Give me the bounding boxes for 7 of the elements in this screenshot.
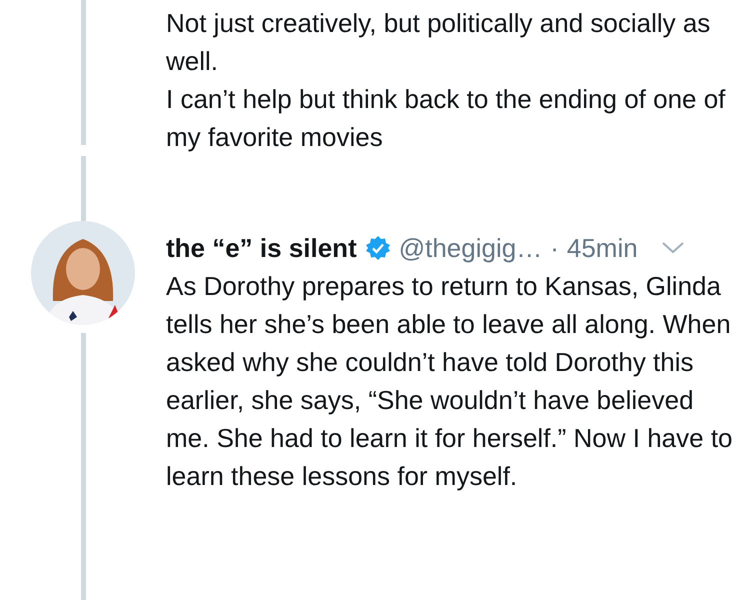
tweet-text: Not just creatively, but politically and socially as well. <box>166 7 712 78</box>
tweet-text: As Dorothy prepares to return to Kansas, Glinda tells her she’s been able to leave all along. When asked why she couldn’t have told Dorothy this earlier, she says, “She wouldn’t have believed me. She had to learn it for herself.” Now I have to learn these lessons for myself. <box>166 270 734 493</box>
tweet-text: I can’t help but think back to the ending of one of my favorite movies <box>166 83 726 154</box>
separator: · <box>550 232 559 265</box>
timestamp[interactable]: 45min <box>566 229 638 267</box>
display-name[interactable]: the “e” is silent <box>166 229 357 267</box>
username[interactable]: @thegigig… <box>398 229 542 267</box>
